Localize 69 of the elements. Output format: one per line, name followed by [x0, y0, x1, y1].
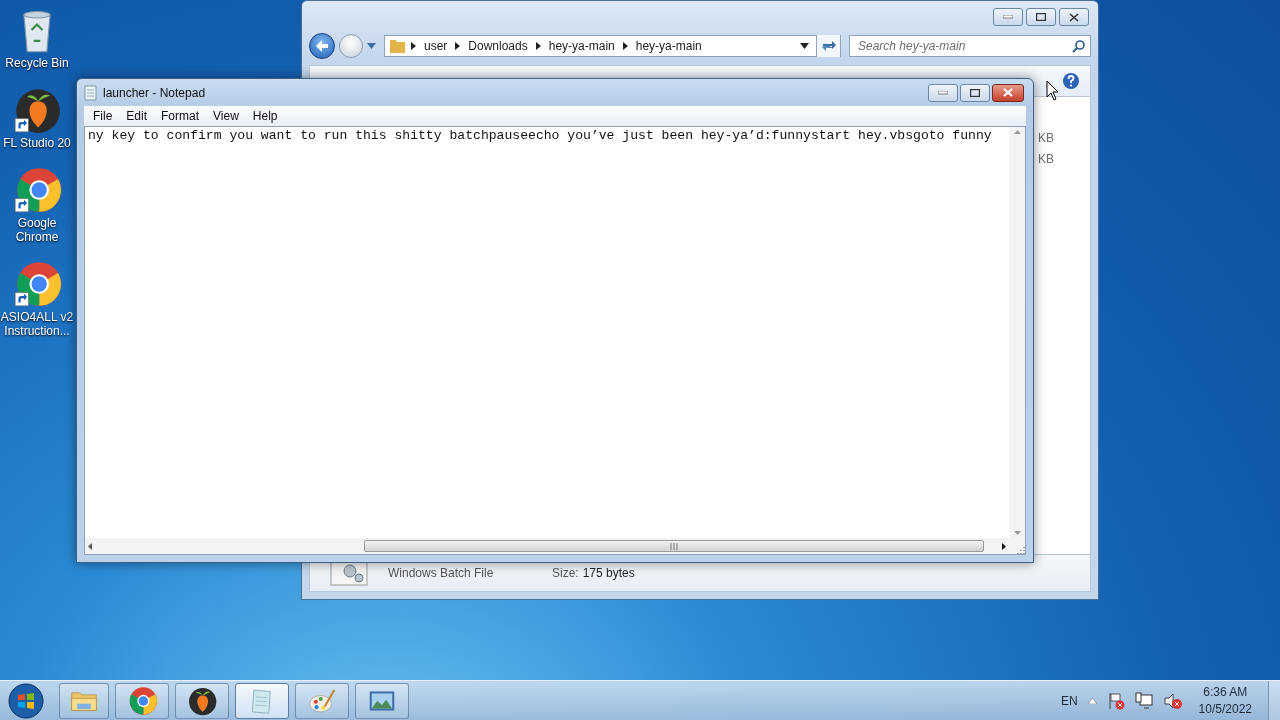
close-button[interactable] [1059, 8, 1089, 26]
minimize-icon [1003, 15, 1013, 19]
window-title: launcher - Notepad [103, 85, 206, 100]
chevron-icon[interactable] [455, 42, 461, 50]
taskbar-button[interactable] [175, 682, 229, 719]
menu-item[interactable]: View [206, 109, 246, 123]
breadcrumb-item[interactable]: hey-ya-main [540, 39, 623, 53]
file-type: Windows Batch File [388, 566, 495, 580]
start-button[interactable] [5, 682, 47, 719]
file-size: KB [1038, 152, 1055, 167]
chevron-icon[interactable] [411, 42, 416, 50]
maximize-icon [1036, 13, 1046, 21]
file-size-value: 175 bytes [582, 566, 635, 580]
menu-item[interactable]: Help [245, 109, 285, 123]
back-arrow-icon [315, 40, 329, 52]
help-icon[interactable] [1062, 72, 1080, 90]
folder-icon [389, 38, 407, 54]
file-size: KB [1038, 131, 1055, 146]
refresh-button[interactable] [816, 35, 840, 57]
menu-item[interactable]: Edit [119, 109, 155, 123]
fruit-icon [187, 685, 217, 716]
address-bar[interactable]: user Downloads hey-ya-main hey-ya-main [384, 35, 841, 57]
grip-icon [670, 542, 678, 550]
refresh-icon [820, 39, 837, 53]
monitor-icon[interactable] [1134, 691, 1153, 710]
breadcrumb-item[interactable]: hey-ya-main [627, 39, 710, 53]
maximize-button[interactable] [960, 83, 990, 102]
speaker-icon[interactable] [1162, 691, 1183, 710]
desktop-shortcut[interactable]: FL Studio 20 [0, 84, 74, 152]
dropdown-arrow-icon[interactable] [800, 43, 809, 49]
search-icon [1072, 40, 1085, 53]
minimize-icon [938, 90, 948, 95]
browser-icon [127, 685, 157, 716]
down-arrow-icon[interactable] [1013, 531, 1021, 535]
desktop-shortcut[interactable]: Recycle Bin [0, 4, 74, 72]
file-size-label: Size: [552, 566, 579, 580]
scrollbar-thumb[interactable] [364, 540, 984, 552]
show-desktop-button[interactable] [1268, 680, 1280, 720]
breadcrumb-item[interactable]: Downloads [460, 39, 536, 53]
breadcrumb-item[interactable]: user [416, 39, 456, 53]
maximize-button[interactable] [1026, 8, 1056, 26]
clock-date[interactable]: 10/5/2022 [1198, 700, 1252, 718]
clock-time[interactable]: 6:36 AM [1203, 683, 1248, 701]
horizontal-scrollbar[interactable] [85, 538, 1009, 554]
caret-icon[interactable] [1087, 697, 1097, 704]
chevron-icon[interactable] [535, 42, 541, 50]
back-button[interactable] [309, 33, 335, 59]
close-icon [1003, 88, 1013, 97]
menu-item[interactable]: Format [154, 109, 207, 123]
fruit-icon [13, 86, 61, 134]
desktop-shortcut[interactable]: ASIO4ALL v2 Instruction... [0, 258, 74, 340]
close-icon [1069, 12, 1079, 22]
left-arrow-icon[interactable] [88, 542, 92, 550]
chevron-icon[interactable] [622, 42, 628, 50]
close-button[interactable] [992, 83, 1024, 102]
menu-item[interactable]: File [86, 109, 120, 123]
resize-grip-icon[interactable] [1015, 544, 1025, 554]
right-arrow-icon[interactable] [1002, 542, 1006, 550]
vertical-scrollbar[interactable] [1009, 127, 1025, 538]
flag-icon[interactable] [1106, 691, 1125, 710]
up-arrow-icon[interactable] [1013, 130, 1021, 134]
notepad-icon [84, 84, 98, 101]
search-field[interactable]: Search hey-ya-main [849, 35, 1091, 57]
maximize-icon [970, 88, 980, 97]
browser-icon [13, 166, 61, 214]
windows-logo-icon [8, 682, 44, 719]
browser-icon [13, 260, 61, 308]
desktop-shortcut[interactable]: Google Chrome [0, 164, 74, 246]
language-indicator[interactable]: EN [1060, 693, 1078, 708]
